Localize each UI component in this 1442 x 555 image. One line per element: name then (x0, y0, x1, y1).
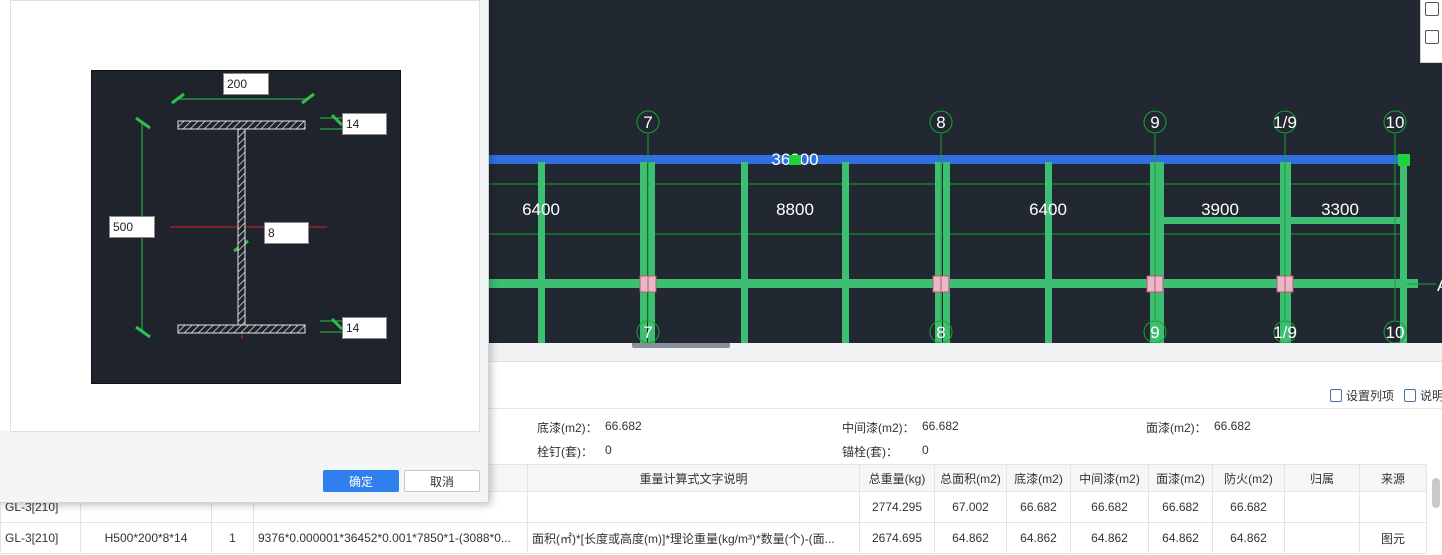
grip-point (789, 155, 801, 165)
span-dimension: 8800 (776, 200, 814, 219)
span-dimension: 3300 (1321, 200, 1359, 219)
table-cell[interactable]: 64.862 (1006, 522, 1071, 554)
topcoat-value: 66.682 (1214, 419, 1251, 433)
studs-label: 栓钉(套)： (537, 445, 593, 459)
web-thickness-input[interactable]: 8 (264, 222, 309, 244)
vertical-beam (1045, 162, 1052, 343)
primer-label: 底漆(m2)： (537, 421, 598, 435)
view-toolbar (1420, 0, 1442, 63)
help-label: 说明 (1420, 388, 1442, 403)
column-header[interactable]: 来源 (1359, 464, 1427, 492)
table-cell[interactable]: GL-3[210] (0, 522, 81, 554)
ok-button[interactable]: 确定 (323, 470, 399, 492)
table-cell[interactable]: H500*200*8*14 (80, 522, 212, 554)
grip-point (1398, 154, 1410, 166)
vertical-beam (538, 162, 545, 343)
table-cell[interactable]: 图元 (1359, 522, 1427, 554)
column-header[interactable]: 底漆(m2) (1006, 464, 1071, 492)
secondary-beam (1157, 217, 1402, 224)
result-toolbar: 设置列项 说明 (488, 382, 1442, 409)
column-header[interactable]: 总面积(m2) (934, 464, 1007, 492)
splitter-grip[interactable] (632, 343, 730, 348)
height-input[interactable]: 500 (109, 216, 155, 238)
axis-label-top: 9 (1150, 113, 1159, 132)
table-cell[interactable]: 64.862 (1070, 522, 1149, 554)
table-cell[interactable]: 66.682 (1070, 491, 1149, 523)
table-cell[interactable]: 66.682 (1006, 491, 1071, 523)
table-cell[interactable]: 2674.695 (859, 522, 935, 554)
table-cell[interactable]: 64.862 (934, 522, 1007, 554)
intermediate-label: 中间漆(m2)： (842, 421, 915, 435)
table-cell[interactable]: 2774.295 (859, 491, 935, 523)
top-flange-thickness-input[interactable]: 14 (342, 113, 387, 135)
table-cell[interactable] (527, 491, 860, 523)
top-flange (177, 120, 306, 130)
help-doc-icon (1404, 388, 1416, 402)
dim-tick (135, 325, 151, 339)
vertical-beam (1157, 162, 1164, 343)
column-header[interactable]: 防火(m2) (1212, 464, 1285, 492)
anchor-label: 锚栓(套)： (842, 445, 898, 459)
axis-label-bottom: 8 (936, 323, 945, 342)
vertical-beam (1150, 162, 1157, 343)
table-cell[interactable]: 9376*0.000001*36452*0.001*7850*1-(3088*0… (253, 522, 528, 554)
topcoat-label: 面漆(m2)： (1146, 421, 1207, 435)
axis-label-bottom: 7 (643, 323, 652, 342)
column-header[interactable]: 中间漆(m2) (1070, 464, 1149, 492)
vertical-beam (640, 162, 647, 343)
axis-label-bottom: 10 (1386, 323, 1405, 342)
axis-label-bottom: 9 (1150, 323, 1159, 342)
table-cell[interactable] (1359, 491, 1427, 523)
vertical-beam (1400, 162, 1407, 343)
vertical-beam (741, 162, 748, 343)
intermediate-value: 66.682 (922, 419, 959, 433)
axis-label-bottom: 1/9 (1273, 323, 1297, 342)
table-cell[interactable]: 64.862 (1148, 522, 1213, 554)
span-dimension: 6400 (1029, 200, 1067, 219)
anchor-value: 0 (922, 443, 929, 457)
axis-label-top: 10 (1386, 113, 1405, 132)
vertical-beam (842, 162, 849, 343)
section-editor-dialog: 200 14 500 8 14 确定 取消 (0, 0, 489, 503)
vertical-beam (943, 162, 950, 343)
table-cell[interactable] (1284, 491, 1360, 523)
table-cell[interactable]: 1 (211, 522, 254, 554)
table-cell[interactable]: 67.002 (934, 491, 1007, 523)
table-scrollbar[interactable] (1432, 478, 1440, 508)
dim-tick (330, 113, 344, 127)
set-columns-label: 设置列项 (1346, 388, 1395, 403)
table-cell[interactable] (1284, 522, 1360, 554)
web (237, 128, 246, 326)
primer-value: 66.682 (605, 419, 642, 433)
span-dimension: 6400 (522, 200, 560, 219)
column-header[interactable]: 面漆(m2) (1148, 464, 1213, 492)
help-button[interactable]: 说明 (1404, 387, 1442, 403)
bottom-flange-thickness-input[interactable]: 14 (342, 317, 387, 339)
span-dimension: 3900 (1201, 200, 1239, 219)
table-cell[interactable]: 面积(㎡)*[长度或高度(m)]*理论重量(kg/m³)*数量(个)-(面... (527, 522, 860, 554)
table-cell[interactable]: 66.682 (1148, 491, 1213, 523)
column-header[interactable]: 重量计算式文字说明 (527, 464, 860, 492)
layer-list-icon[interactable] (1425, 30, 1439, 44)
axis-label-top: 8 (936, 113, 945, 132)
flange-width-input[interactable]: 200 (223, 73, 269, 95)
axis-label-row: A (1437, 276, 1442, 295)
table-cell[interactable]: 66.682 (1212, 491, 1285, 523)
vertical-beam (648, 162, 655, 343)
h-section-preview: 200 14 500 8 14 (91, 70, 401, 384)
cancel-button[interactable]: 取消 (404, 470, 480, 492)
column-header[interactable]: 总重量(kg) (859, 464, 935, 492)
table-cell[interactable]: 64.862 (1212, 522, 1285, 554)
zoom-extents-icon[interactable] (1425, 2, 1439, 16)
table-row[interactable]: GL-3[210] H500*200*8*14 1 9376*0.000001*… (0, 522, 1427, 554)
set-columns-button[interactable]: 设置列项 (1330, 387, 1394, 403)
dim-tick (135, 116, 151, 130)
bottom-flange (177, 324, 306, 334)
axis-label-top: 7 (643, 113, 652, 132)
column-header[interactable]: 归属 (1284, 464, 1360, 492)
axis-label-top: 1/9 (1273, 113, 1297, 132)
studs-value: 0 (605, 443, 612, 457)
columns-settings-icon (1330, 388, 1342, 402)
